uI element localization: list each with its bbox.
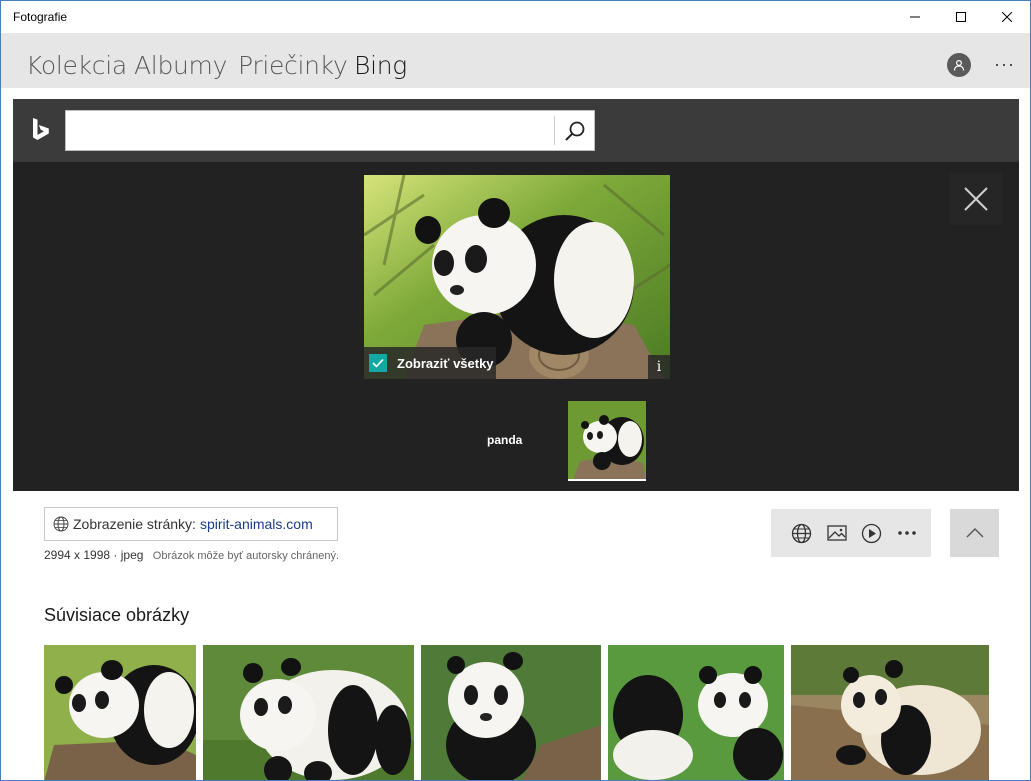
slideshow-button[interactable] xyxy=(854,518,889,548)
close-viewer-button[interactable] xyxy=(950,173,1002,225)
close-icon xyxy=(964,187,988,211)
search-input[interactable] xyxy=(66,111,554,150)
chevron-up-icon xyxy=(966,528,983,538)
related-image[interactable] xyxy=(608,645,784,780)
search-box xyxy=(65,110,595,151)
globe-icon xyxy=(791,523,812,543)
image-actions xyxy=(771,509,931,557)
related-image[interactable] xyxy=(791,645,989,780)
search-icon xyxy=(565,121,585,141)
search-button[interactable] xyxy=(556,111,594,150)
maximize-icon xyxy=(956,12,966,22)
tab-kolekcia[interactable]: Kolekcia xyxy=(26,51,127,80)
image-meta: 2994 x 1998 · jpeg Obrázok môže byť auto… xyxy=(44,548,339,562)
query-label: panda xyxy=(487,433,523,447)
close-icon xyxy=(1002,12,1012,22)
page-link-prefix: Zobrazenie stránky: xyxy=(73,516,196,532)
thumbnail-selected-indicator xyxy=(568,479,646,481)
window-title: Fotografie xyxy=(13,10,68,24)
search-divider xyxy=(554,116,555,145)
thumbnail-panda[interactable] xyxy=(568,401,646,480)
show-all-checkbox[interactable] xyxy=(369,354,387,372)
checkmark-icon xyxy=(372,358,384,368)
show-all-label: Zobraziť všetky xyxy=(397,355,494,371)
image-dimensions: 2994 x 1998 · jpeg xyxy=(44,548,144,562)
related-image[interactable] xyxy=(421,645,601,780)
more-icon xyxy=(897,531,916,535)
tab-priecinky[interactable]: Priečinky xyxy=(238,51,348,80)
nav-bar: Kolekcia Albumy Priečinky Bing ··· xyxy=(1,33,1030,88)
minimize-icon xyxy=(910,16,920,18)
globe-icon xyxy=(53,516,69,532)
image-viewer: Zobraziť všetky i panda xyxy=(13,162,1019,491)
user-icon xyxy=(953,59,965,71)
minimize-button[interactable] xyxy=(892,1,938,33)
related-image[interactable] xyxy=(44,645,196,780)
app-window: Fotografie Kolekcia Albumy Priečinky Bin… xyxy=(0,0,1031,781)
image-icon xyxy=(826,525,847,541)
copyright-note: Obrázok môže byť autorsky chránený. xyxy=(152,550,340,562)
title-bar: Fotografie xyxy=(1,1,1030,33)
more-actions-button[interactable] xyxy=(889,518,924,548)
related-image[interactable] xyxy=(203,645,414,780)
view-image-button[interactable] xyxy=(819,518,854,548)
play-icon xyxy=(861,523,882,543)
show-all-toggle[interactable]: Zobraziť všetky xyxy=(364,347,496,379)
more-options-button[interactable]: ··· xyxy=(994,54,1015,75)
bing-logo-icon xyxy=(33,118,49,140)
collapse-button[interactable] xyxy=(950,509,999,557)
bing-search-bar xyxy=(13,99,1019,162)
maximize-button[interactable] xyxy=(938,1,984,33)
tab-albumy[interactable]: Albumy xyxy=(134,51,227,80)
page-link-domain[interactable]: spirit-animals.com xyxy=(200,516,313,532)
info-button[interactable]: i xyxy=(648,355,670,379)
open-page-button[interactable] xyxy=(784,518,819,548)
related-images-title: Súvisiace obrázky xyxy=(44,605,190,625)
tab-bing[interactable]: Bing xyxy=(354,51,407,80)
close-window-button[interactable] xyxy=(984,1,1030,33)
account-button[interactable] xyxy=(947,53,971,77)
view-page-link[interactable]: Zobrazenie stránky: spirit-animals.com xyxy=(44,507,338,541)
